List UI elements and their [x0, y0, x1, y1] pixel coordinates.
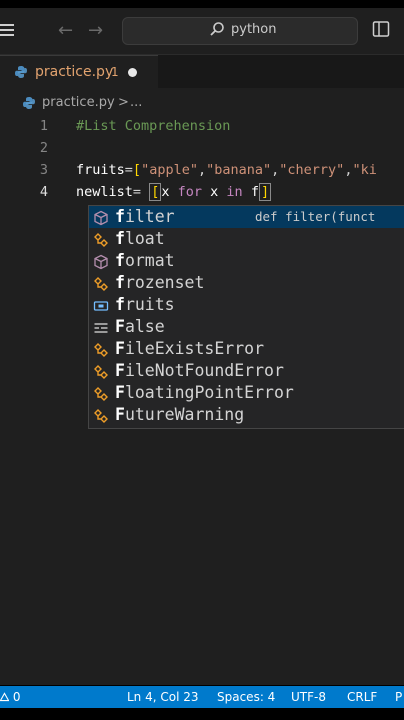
top-strip	[0, 0, 404, 8]
suggestion-item[interactable]: float	[89, 228, 404, 250]
problems-status[interactable]: 0	[0, 690, 20, 704]
python-file-icon	[15, 66, 27, 78]
code-text: fruits=["apple","banana","cherry","ki	[76, 162, 377, 178]
class-icon	[94, 343, 108, 357]
layout-icon[interactable]	[372, 20, 390, 38]
code-text: #List Comprehension	[76, 118, 231, 134]
encoding-status[interactable]: UTF-8	[291, 690, 326, 704]
language-status[interactable]: P	[395, 690, 402, 704]
suggestion-item[interactable]: frozenset	[89, 272, 404, 294]
suggestion-item[interactable]: filter def filter(funct	[89, 206, 404, 228]
warning-icon	[0, 692, 10, 702]
cube-icon	[94, 254, 108, 270]
menu-icon[interactable]	[0, 24, 14, 38]
line-number: 3	[39, 162, 48, 178]
tab-bar: practice.py 1	[0, 55, 404, 89]
indentation-status[interactable]: Spaces: 4	[217, 690, 275, 704]
class-icon	[94, 233, 108, 247]
eol-status[interactable]: CRLF	[347, 690, 377, 704]
suggestion-item[interactable]: FileExistsError	[89, 338, 404, 360]
suggestion-item[interactable]: FutureWarning	[89, 404, 404, 426]
code-line-current[interactable]: 4 newlist= [x for x in f]	[0, 181, 404, 203]
breadcrumb-separator: >	[118, 95, 129, 110]
code-text: newlist= [x for x in f]	[76, 183, 272, 201]
code-line[interactable]: 1 #List Comprehension	[0, 115, 404, 137]
suggestion-detail: def filter(funct	[255, 209, 376, 224]
breadcrumb-file[interactable]: practice.py	[42, 95, 115, 110]
code-line[interactable]: 3 fruits=["apple","banana","cherry","ki	[0, 159, 404, 181]
bottom-strip	[0, 708, 404, 720]
suggestion-item[interactable]: FloatingPointError	[89, 382, 404, 404]
suggestion-item[interactable]: fruits	[89, 294, 404, 316]
title-bar: ← → python	[0, 8, 404, 55]
forward-arrow-icon[interactable]: →	[88, 20, 103, 41]
unsaved-dot-icon[interactable]	[128, 68, 137, 77]
line-number: 1	[39, 118, 48, 134]
class-icon	[94, 277, 108, 291]
code-line[interactable]: 2	[0, 137, 404, 159]
back-arrow-icon[interactable]: ←	[58, 20, 73, 41]
tab-label: practice.py	[35, 64, 114, 80]
class-icon	[94, 365, 108, 379]
python-file-icon	[23, 97, 35, 109]
search-text: python	[231, 22, 277, 37]
class-icon	[94, 409, 108, 423]
cursor-position[interactable]: Ln 4, Col 23	[127, 690, 199, 704]
problems-count-badge: 1	[111, 65, 119, 79]
tab-practice-py[interactable]: practice.py 1	[0, 55, 158, 89]
line-number: 4	[39, 184, 48, 200]
suggestion-item[interactable]: FileNotFoundError	[89, 360, 404, 382]
suggestion-item[interactable]: False	[89, 316, 404, 338]
breadcrumb-more[interactable]: ...	[130, 95, 142, 110]
status-bar: 0 Ln 4, Col 23 Spaces: 4 UTF-8 CRLF P	[0, 686, 404, 708]
command-center-search[interactable]: python	[122, 17, 358, 45]
suggestion-widget: filter def filter(funct float format fro…	[88, 205, 404, 429]
keyword-icon	[94, 323, 108, 333]
suggestion-item[interactable]: format	[89, 250, 404, 272]
search-icon	[210, 22, 224, 36]
cube-icon	[94, 210, 108, 226]
variable-icon	[93, 301, 109, 311]
class-icon	[94, 387, 108, 401]
line-number: 2	[39, 140, 48, 156]
